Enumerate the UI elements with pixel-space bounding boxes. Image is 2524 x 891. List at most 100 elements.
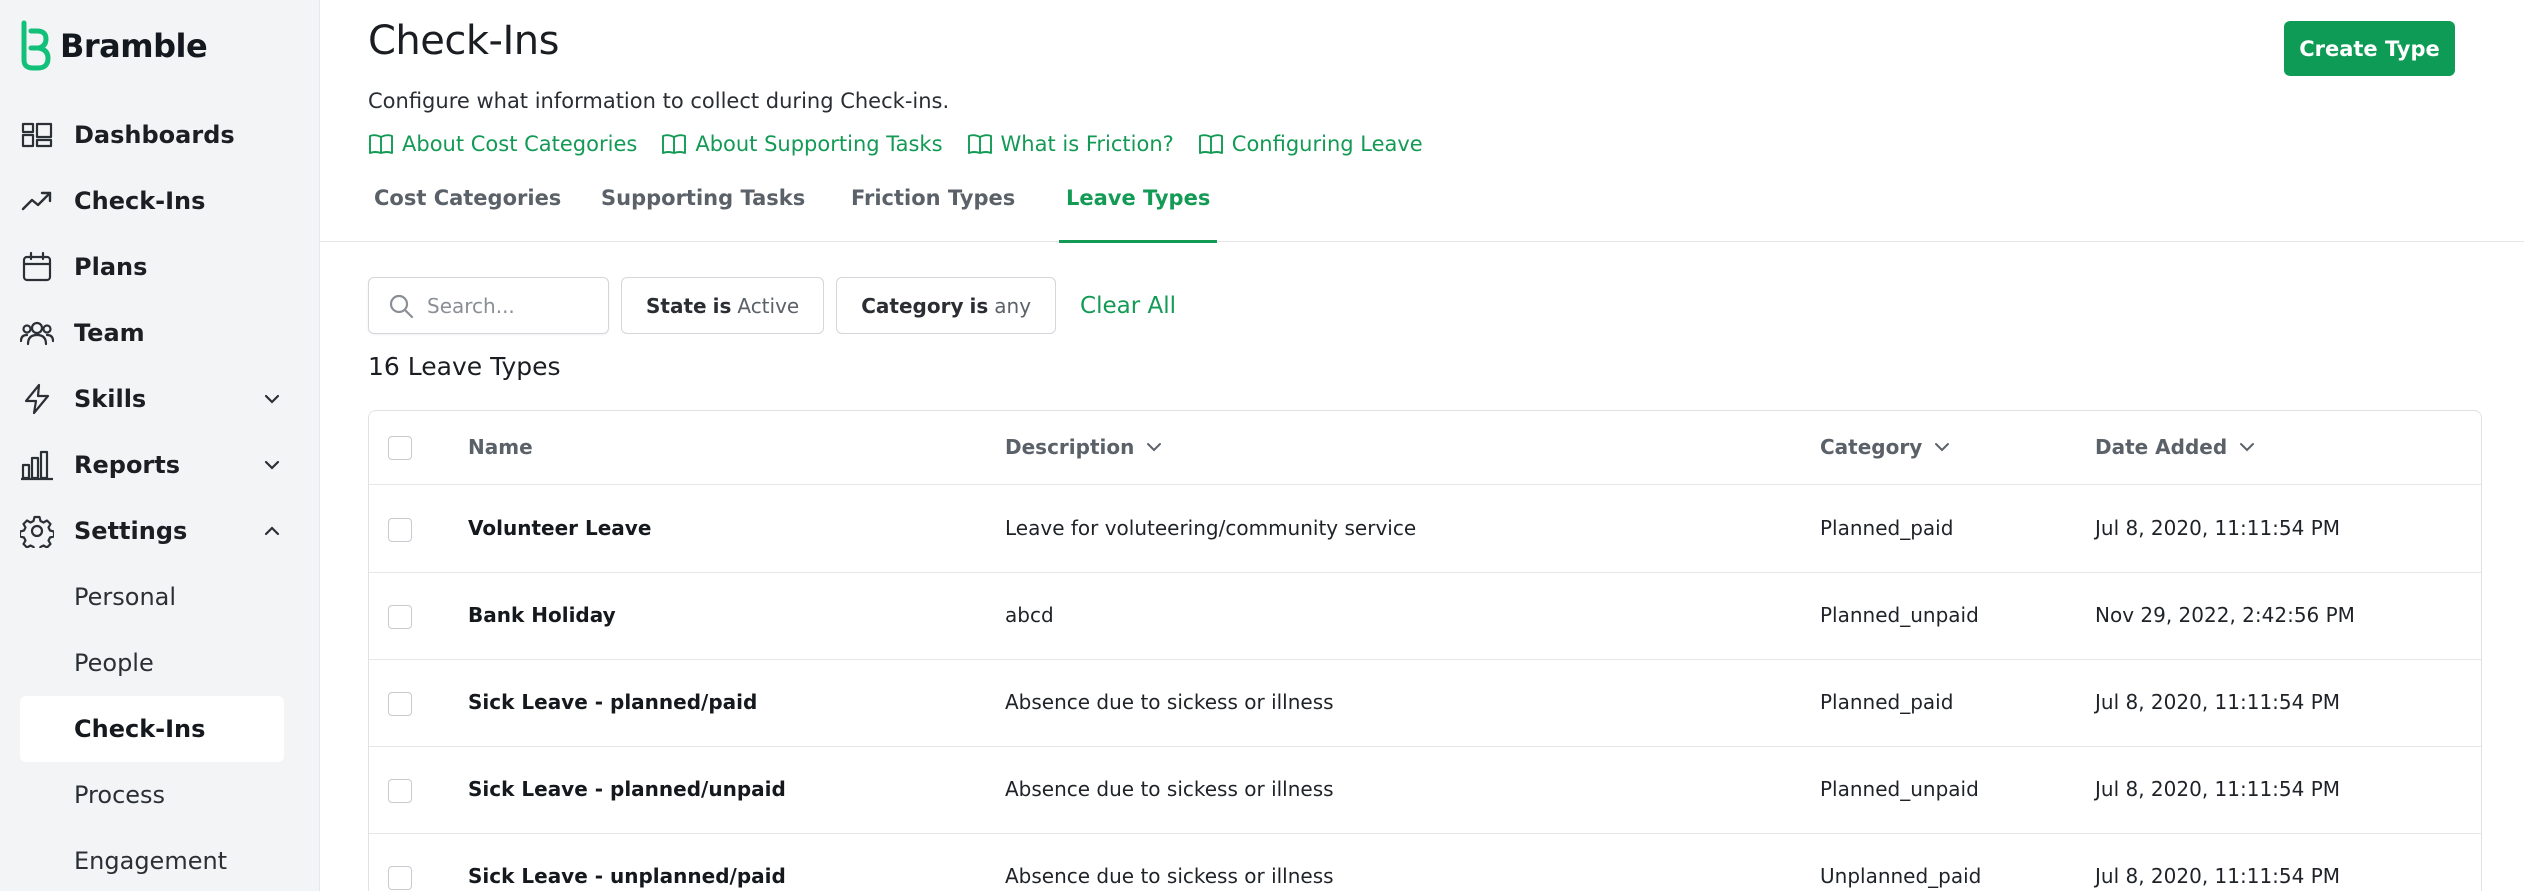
sidebar-item-settings[interactable]: Settings <box>0 498 320 564</box>
calendar-icon <box>20 250 54 284</box>
cell-category: Unplanned_paid <box>1820 864 1982 888</box>
column-header-category[interactable]: Category <box>1820 435 1952 459</box>
sidebar-item-skills[interactable]: Skills <box>0 366 320 432</box>
cell-category: Planned_unpaid <box>1820 603 1979 627</box>
book-open-icon <box>369 134 393 154</box>
row-checkbox[interactable] <box>388 866 412 890</box>
sidebar-item-reports[interactable]: Reports <box>0 432 320 498</box>
page-subtitle: Configure what information to collect du… <box>368 89 950 113</box>
chevron-down-icon[interactable] <box>260 453 284 477</box>
cell-category: Planned_paid <box>1820 690 1954 714</box>
users-icon <box>20 316 54 350</box>
create-type-button[interactable]: Create Type <box>2284 21 2455 76</box>
chevron-down-icon[interactable] <box>260 387 284 411</box>
sidebar-item-plans[interactable]: Plans <box>0 234 320 300</box>
column-header-label: Category <box>1820 435 1923 459</box>
sidebar-item-dashboards[interactable]: Dashboards <box>0 102 320 168</box>
trending-up-icon <box>20 184 54 218</box>
sidebar-subitem-process[interactable]: Process <box>0 762 320 828</box>
cell-name: Bank Holiday <box>468 603 616 627</box>
clear-all-link[interactable]: Clear All <box>1080 293 1176 319</box>
filter-bar: State is Active Category is any Clear Al… <box>368 277 1176 334</box>
table-header: Name Description Category Date Added <box>369 411 2481 485</box>
filter-key: Category <box>861 293 964 318</box>
sidebar-item-team[interactable]: Team <box>0 300 320 366</box>
sidebar-subitem-engagement[interactable]: Engagement <box>0 828 320 891</box>
help-link-cost-categories[interactable]: About Cost Categories <box>368 131 637 157</box>
cell-date-added: Nov 29, 2022, 2:42:56 PM <box>2095 603 2355 627</box>
tab-supporting-tasks[interactable]: Supporting Tasks <box>601 178 805 242</box>
row-checkbox[interactable] <box>388 605 412 629</box>
sidebar-nav: Dashboards Check-Ins Plans Team Skills R… <box>0 102 320 891</box>
table-row[interactable]: Sick Leave - planned/paid Absence due to… <box>369 660 2481 747</box>
sidebar-item-label: Skills <box>74 385 147 413</box>
help-link-configuring-leave[interactable]: Configuring Leave <box>1198 131 1423 157</box>
search-input[interactable] <box>427 293 597 318</box>
cell-date-added: Jul 8, 2020, 11:11:54 PM <box>2095 864 2341 888</box>
sidebar-item-label: Team <box>74 319 145 347</box>
cell-description: Leave for voluteering/community service <box>1005 516 1417 540</box>
category-filter-chip[interactable]: Category is any <box>836 277 1057 334</box>
column-header-name[interactable]: Name <box>468 435 533 459</box>
table-row[interactable]: Volunteer Leave Leave for voluteering/co… <box>369 486 2481 573</box>
dashboard-icon <box>20 118 54 152</box>
result-count: 16 Leave Types <box>368 352 561 381</box>
logo[interactable]: Bramble <box>18 20 208 72</box>
sidebar-item-label: Check-Ins <box>74 187 206 215</box>
help-link-label: Configuring Leave <box>1231 132 1423 156</box>
filter-value: Active <box>737 293 800 318</box>
sidebar-item-label: Reports <box>74 451 181 479</box>
cell-date-added: Jul 8, 2020, 11:11:54 PM <box>2095 777 2341 801</box>
table-row[interactable]: Bank Holiday abcd Planned_unpaid Nov 29,… <box>369 573 2481 660</box>
tab-cost-categories[interactable]: Cost Categories <box>374 178 561 242</box>
search-icon <box>389 294 414 318</box>
cell-description: Absence due to sickess or illness <box>1005 777 1334 801</box>
filter-value: any <box>994 293 1032 318</box>
bar-chart-icon <box>20 448 54 482</box>
table-row[interactable]: Sick Leave - planned/unpaid Absence due … <box>369 747 2481 834</box>
row-checkbox[interactable] <box>388 518 412 542</box>
column-header-label: Date Added <box>2095 435 2228 459</box>
cell-description: abcd <box>1005 603 1054 627</box>
cell-category: Planned_unpaid <box>1820 777 1979 801</box>
cell-name: Sick Leave - planned/unpaid <box>468 777 786 801</box>
chevron-down-icon <box>1935 443 1950 452</box>
book-open-icon <box>662 134 687 154</box>
help-link-friction[interactable]: What is Friction? <box>967 131 1174 157</box>
tab-bar: Cost Categories Supporting Tasks Frictio… <box>320 178 2524 243</box>
select-all-checkbox[interactable] <box>388 436 412 460</box>
chevron-down-icon <box>2240 443 2255 452</box>
column-header-description[interactable]: Description <box>1005 435 1164 459</box>
lightning-icon <box>20 382 54 416</box>
help-link-supporting-tasks[interactable]: About Supporting Tasks <box>661 131 943 157</box>
help-link-label: What is Friction? <box>1000 132 1174 156</box>
tab-friction-types[interactable]: Friction Types <box>851 178 1015 242</box>
filter-operator: is <box>712 293 732 318</box>
help-links: About Cost Categories About Supporting T… <box>368 131 1447 157</box>
sidebar-subitem-people[interactable]: People <box>0 630 320 696</box>
column-header-label: Description <box>1005 435 1135 459</box>
help-link-label: About Supporting Tasks <box>695 132 943 156</box>
cell-name: Sick Leave - unplanned/paid <box>468 864 786 888</box>
sidebar-subitem-check-ins[interactable]: Check-Ins <box>20 696 284 762</box>
search-box[interactable] <box>368 277 609 334</box>
bramble-logo-icon <box>21 20 51 71</box>
column-header-date-added[interactable]: Date Added <box>2095 435 2257 459</box>
cell-category: Planned_paid <box>1820 516 1954 540</box>
sidebar-item-check-ins[interactable]: Check-Ins <box>0 168 320 234</box>
row-checkbox[interactable] <box>388 692 412 716</box>
column-header-label: Name <box>468 435 533 459</box>
filter-key: State <box>646 293 707 318</box>
row-checkbox[interactable] <box>388 779 412 803</box>
table-row[interactable]: Sick Leave - unplanned/paid Absence due … <box>369 834 2481 891</box>
tab-leave-types[interactable]: Leave Types <box>1058 178 1218 243</box>
sidebar-subitem-personal[interactable]: Personal <box>0 564 320 630</box>
book-open-icon <box>1198 134 1223 154</box>
gear-icon <box>20 514 54 548</box>
cell-date-added: Jul 8, 2020, 11:11:54 PM <box>2095 516 2341 540</box>
leave-types-table: Name Description Category Date Added Vol… <box>368 410 2482 891</box>
sidebar-item-label: Dashboards <box>74 121 235 149</box>
chevron-up-icon[interactable] <box>260 519 284 543</box>
state-filter-chip[interactable]: State is Active <box>621 277 825 334</box>
cell-description: Absence due to sickess or illness <box>1005 690 1334 714</box>
